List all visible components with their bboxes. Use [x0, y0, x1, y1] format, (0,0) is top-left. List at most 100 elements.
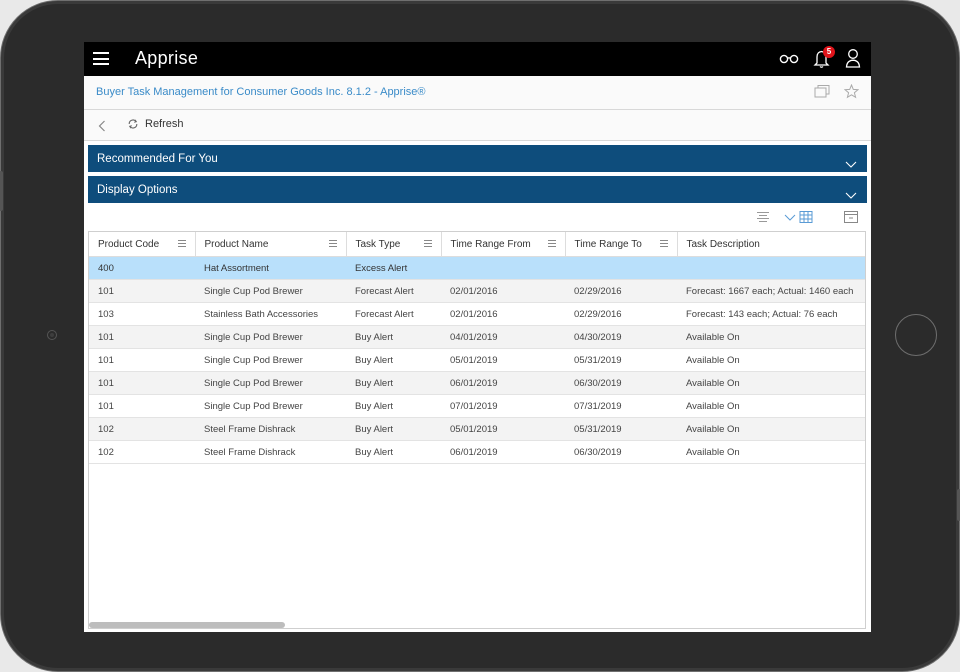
table-cell: Single Cup Pod Brewer [195, 325, 346, 349]
table-row[interactable]: 101 Single Cup Pod Brewer Buy Alert 05/01/2… [89, 348, 865, 372]
window-icon[interactable] [814, 84, 830, 104]
column-menu-icon[interactable] [423, 240, 432, 249]
filter-grid-icon[interactable] [784, 210, 814, 228]
table-cell: Hat Assortment [195, 256, 346, 280]
refresh-icon [128, 119, 138, 129]
table-row[interactable]: 101 Single Cup Pod Brewer Buy Alert 07/01/2… [89, 394, 865, 418]
camera [47, 330, 57, 340]
table-cell: Buy Alert [346, 371, 441, 395]
table-cell: 102 [89, 417, 195, 441]
table-cell: Forecast: 1667 each; Actual: 1460 each [677, 279, 865, 303]
table-cell: 06/01/2019 [441, 440, 565, 464]
table-cell [565, 256, 677, 280]
table-cell: 04/01/2019 [441, 325, 565, 349]
table-row[interactable]: 101 Single Cup Pod Brewer Forecast Alert 02… [89, 279, 865, 303]
recommended-panel-header[interactable]: Recommended For You [88, 145, 867, 172]
notifications-button[interactable]: 5 [813, 46, 835, 69]
table-cell: Available On [677, 348, 865, 372]
table-cell: 02/01/2016 [441, 302, 565, 326]
table-cell: Forecast Alert [346, 279, 441, 303]
table-cell: 103 [89, 302, 195, 326]
table-cell: Single Cup Pod Brewer [195, 279, 346, 303]
table-row[interactable]: 101 Single Cup Pod Brewer Buy Alert 06/01/2… [89, 371, 865, 395]
table-cell: Buy Alert [346, 417, 441, 441]
table-cell: Single Cup Pod Brewer [195, 394, 346, 418]
table-cell: Buy Alert [346, 394, 441, 418]
menu-icon[interactable] [93, 52, 109, 65]
column-header-label: Time Range To [574, 238, 642, 250]
app-title: Apprise [135, 48, 199, 68]
table-cell: 102 [89, 440, 195, 464]
horizontal-scrollbar[interactable] [89, 622, 285, 628]
table-row[interactable]: 101 Single Cup Pod Brewer Buy Alert 04/01/2… [89, 325, 865, 349]
app-screen: Apprise 5 Buyer Task Management for Cons… [84, 42, 871, 632]
notification-badge: 5 [823, 46, 835, 58]
table-row[interactable]: 102 Steel Frame Dishrack Buy Alert 05/01/20… [89, 417, 865, 441]
column-header[interactable]: Time Range From [441, 232, 566, 257]
table-cell: Available On [677, 325, 865, 349]
table-cell: 101 [89, 348, 195, 372]
refresh-label: Refresh [145, 118, 184, 130]
star-icon[interactable] [843, 83, 860, 104]
table-cell: 101 [89, 325, 195, 349]
title-bar-icons [814, 83, 860, 104]
table-cell: 07/01/2019 [441, 394, 565, 418]
column-header-label: Task Description [686, 238, 760, 250]
home-button[interactable] [895, 314, 937, 356]
column-header[interactable]: Task Description [677, 232, 865, 257]
table-cell: 06/30/2019 [565, 371, 677, 395]
column-menu-icon[interactable] [547, 240, 556, 249]
table-cell: Buy Alert [346, 440, 441, 464]
column-settings-icon[interactable] [756, 210, 770, 228]
table-cell: 05/31/2019 [565, 417, 677, 441]
column-header[interactable]: Task Type [346, 232, 442, 257]
table-cell: 101 [89, 394, 195, 418]
side-button [0, 171, 3, 211]
display-options-panel-header[interactable]: Display Options [88, 176, 867, 203]
table-cell: Steel Frame Dishrack [195, 417, 346, 441]
table-row[interactable]: 103 Stainless Bath Accessories Forecast Al… [89, 302, 865, 326]
column-header-label: Time Range From [450, 238, 531, 250]
header-row: Product Code Product Name Task Type Time… [89, 232, 865, 257]
table-cell: 06/30/2019 [565, 440, 677, 464]
table-cell: Available On [677, 394, 865, 418]
page-title: Buyer Task Management for Consumer Goods… [96, 86, 426, 98]
column-menu-icon[interactable] [328, 240, 337, 249]
table-cell: Available On [677, 440, 865, 464]
column-header[interactable]: Time Range To [565, 232, 678, 257]
table-cell [677, 256, 865, 280]
table-cell: Steel Frame Dishrack [195, 440, 346, 464]
column-header-label: Product Code [98, 238, 160, 250]
table-cell: Forecast Alert [346, 302, 441, 326]
user-icon[interactable] [845, 48, 861, 68]
column-header[interactable]: Product Name [195, 232, 347, 257]
recommended-panel-title: Recommended For You [97, 153, 218, 165]
title-bar: Buyer Task Management for Consumer Goods… [84, 76, 871, 110]
task-grid: Product Code Product Name Task Type Time… [88, 231, 866, 629]
table-cell: 101 [89, 279, 195, 303]
column-header-label: Task Type [355, 238, 401, 250]
table-row[interactable]: 400 Hat Assortment Excess Alert [89, 256, 865, 280]
glasses-icon[interactable] [779, 52, 799, 64]
table-cell: 02/01/2016 [441, 279, 565, 303]
table-cell: 02/29/2016 [565, 279, 677, 303]
table-cell: Excess Alert [346, 256, 441, 280]
back-icon[interactable] [98, 119, 106, 137]
table-cell: 05/01/2019 [441, 348, 565, 372]
table-cell: Forecast: 143 each; Actual: 76 each [677, 302, 865, 326]
table-cell: Single Cup Pod Brewer [195, 348, 346, 372]
column-menu-icon[interactable] [659, 240, 668, 249]
export-icon[interactable] [844, 210, 858, 228]
column-menu-icon[interactable] [177, 240, 186, 249]
table-cell: 05/31/2019 [565, 348, 677, 372]
table-cell: 06/01/2019 [441, 371, 565, 395]
table-cell: Available On [677, 371, 865, 395]
table-cell: Buy Alert [346, 325, 441, 349]
column-header[interactable]: Product Code [89, 232, 196, 257]
grid-body: 400 Hat Assortment Excess Alert 101 Single C… [89, 256, 865, 464]
table-cell: 400 [89, 256, 195, 280]
table-cell: 04/30/2019 [565, 325, 677, 349]
refresh-button[interactable]: Refresh [127, 118, 184, 130]
display-options-panel-title: Display Options [97, 184, 178, 196]
table-row[interactable]: 102 Steel Frame Dishrack Buy Alert 06/01/20… [89, 440, 865, 464]
